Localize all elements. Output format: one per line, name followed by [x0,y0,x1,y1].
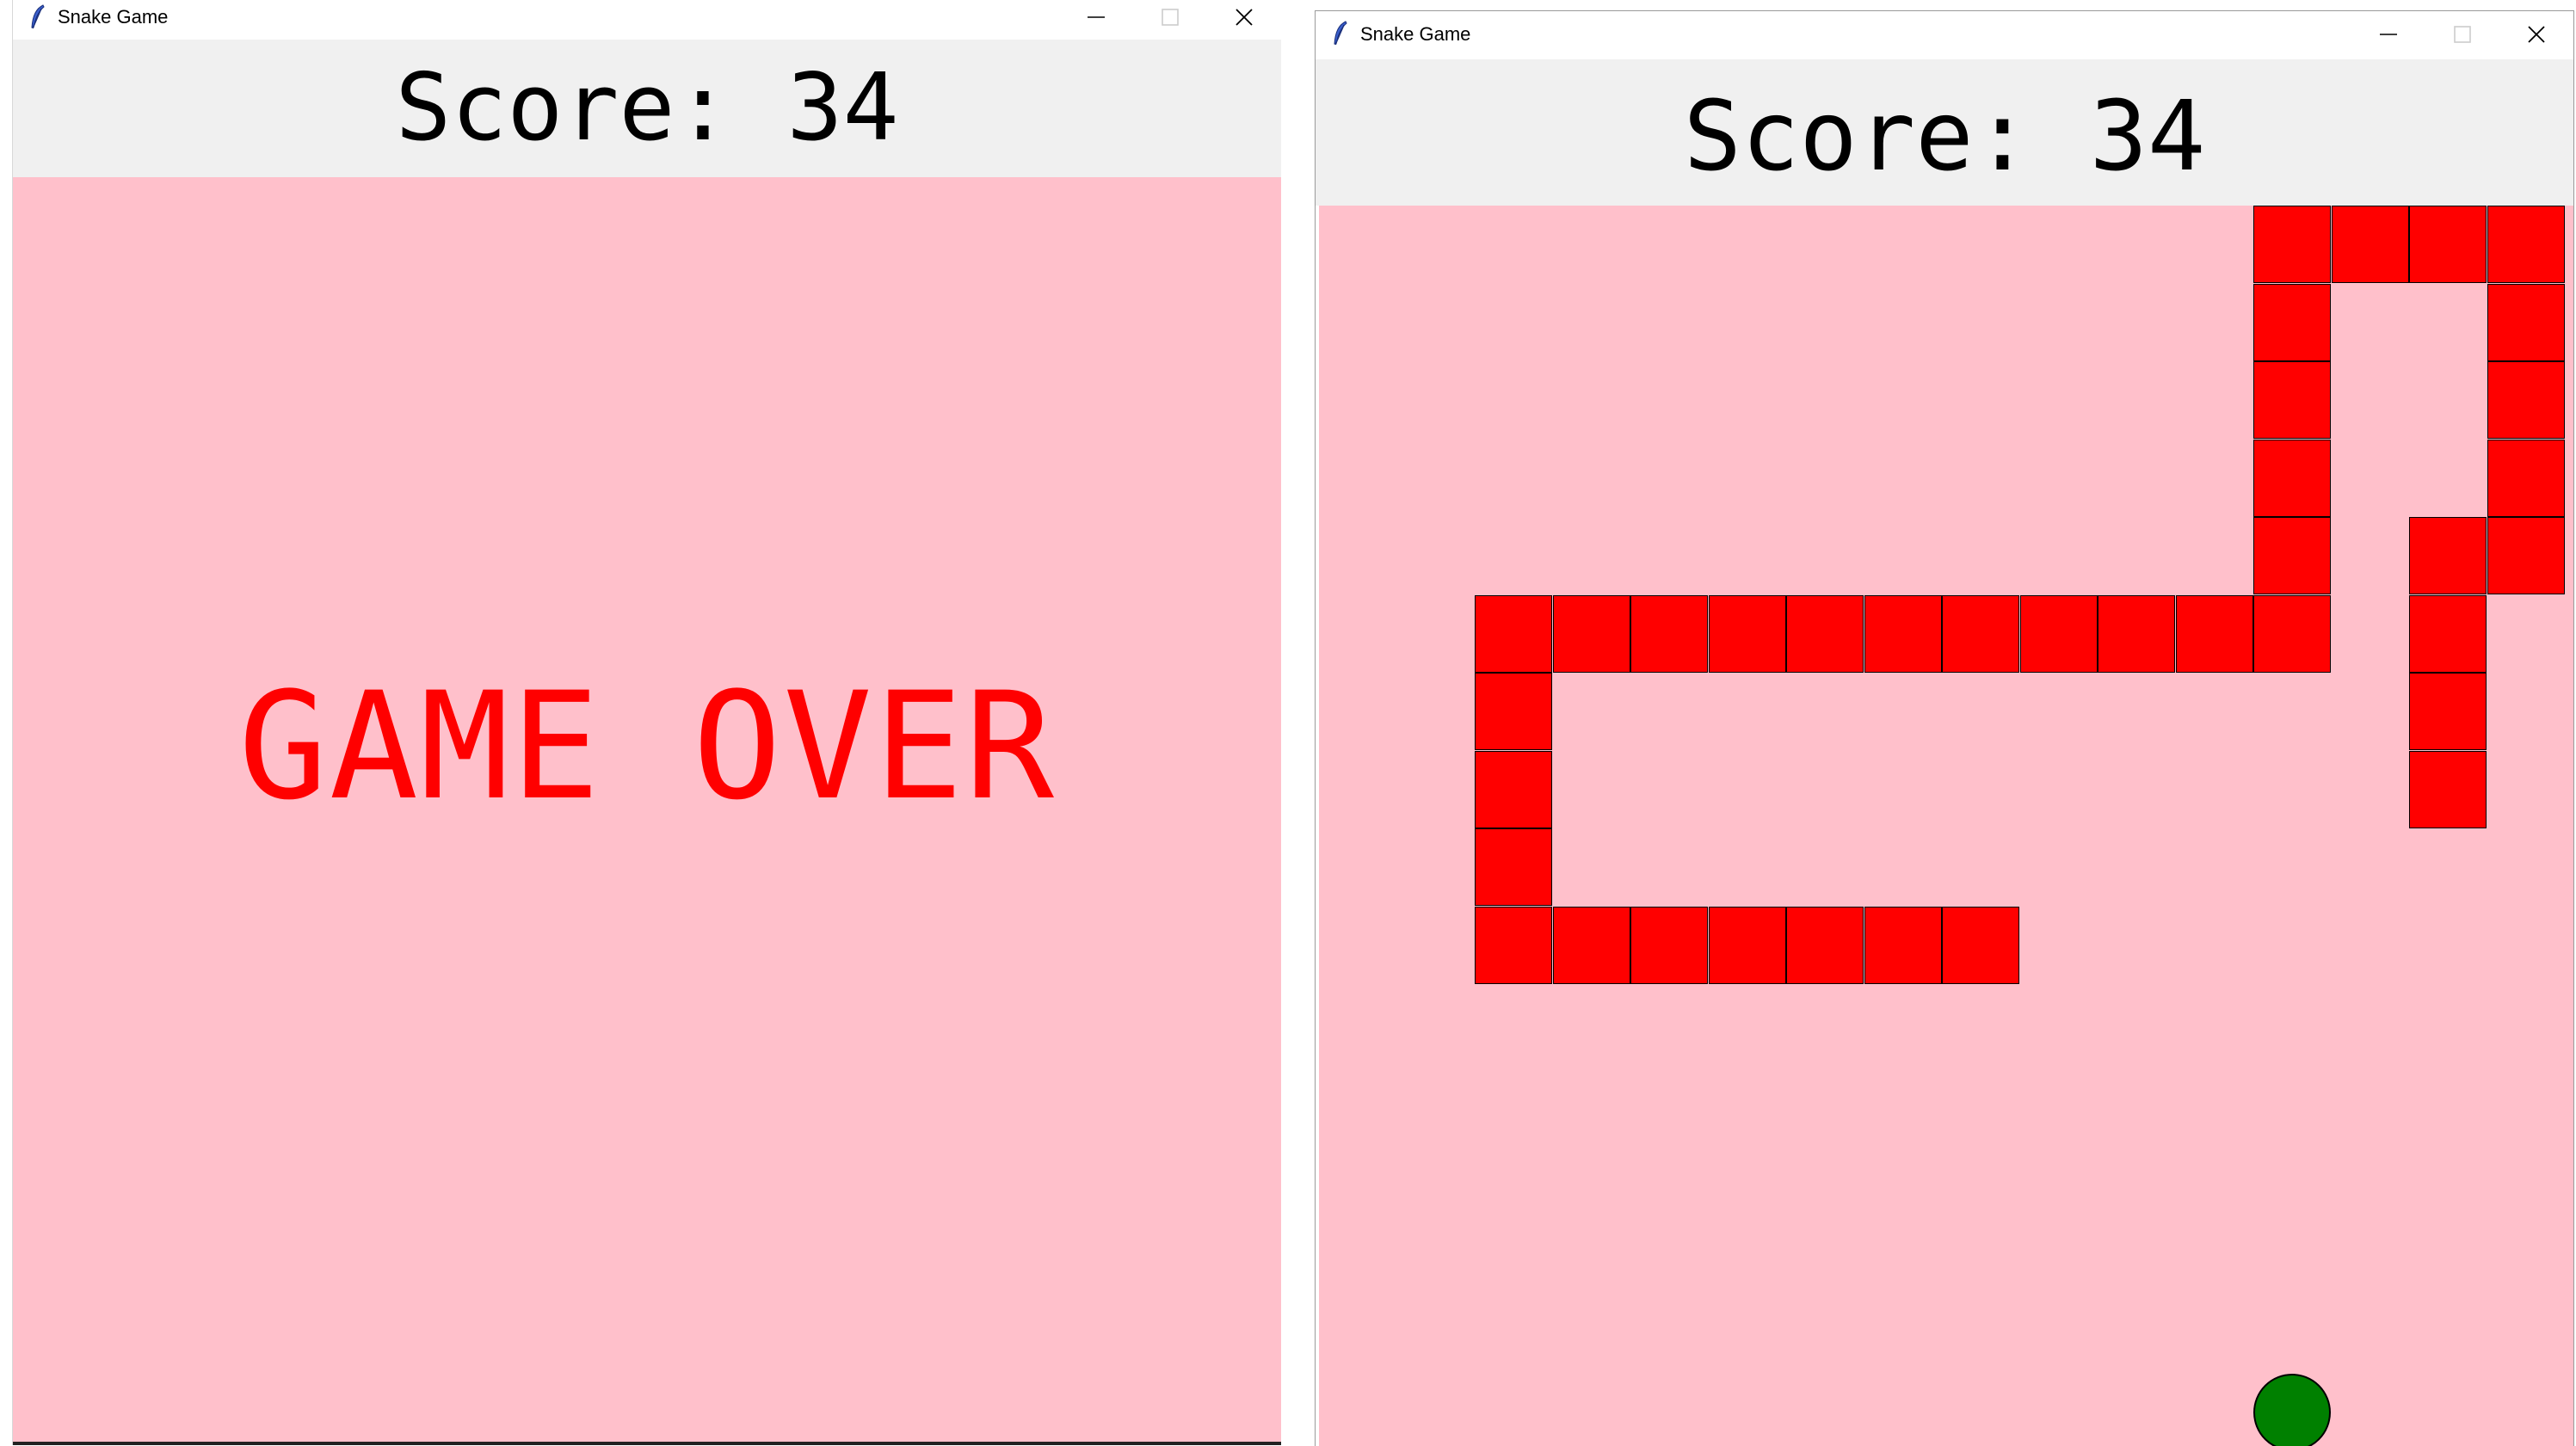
score-label: Score: 34 [13,40,1281,177]
snake-segment [1475,907,1552,984]
score-label: Score: 34 [1316,59,2573,206]
title-bar[interactable]: Snake Game [13,0,1281,38]
snake-segment [2487,206,2565,283]
food-apple [2253,1374,2331,1446]
close-button[interactable] [2499,11,2573,58]
snake-segment [2487,284,2565,361]
minimize-button[interactable] [1059,0,1133,34]
feather-icon [1331,20,1350,52]
minimize-icon [1088,16,1105,18]
feather-icon [28,3,47,35]
game-board: GAME OVER [13,177,1281,1442]
snake-segment [1475,673,1552,750]
snake-segment [1475,595,1552,673]
snake-segment [1709,595,1786,673]
snake-segment [2332,206,2409,283]
minimize-button[interactable] [2351,11,2425,58]
snake-game-window-left: Snake Game Score: 34 GAME OVER [12,0,1281,1445]
snake-segment [2253,440,2331,517]
snake-segment [2253,361,2331,439]
maximize-button[interactable] [1133,0,1207,34]
snake-segment [1553,907,1630,984]
snake-segment [1864,907,1942,984]
snake-segment [2253,595,2331,673]
maximize-icon [2454,26,2471,43]
snake-segment [2098,595,2175,673]
game-board [1319,206,2573,1446]
close-icon [1236,9,1253,26]
snake-game-window-right: Snake Game Score: 34 [1315,10,2574,1446]
window-bottom-edge [13,1442,1281,1445]
maximize-button[interactable] [2425,11,2499,58]
snake-segment [1709,907,1786,984]
snake-segment [2176,595,2253,673]
snake-segment [2409,595,2487,673]
snake-segment [1553,595,1630,673]
snake-segment [1942,595,2019,673]
snake-segment [2253,517,2331,594]
snake-segment [2487,361,2565,439]
minimize-icon [2380,34,2397,35]
window-title: Snake Game [58,6,169,28]
snake-segment [1630,907,1708,984]
window-title: Snake Game [1360,23,1471,45]
game-over-text: GAME OVER [238,659,1056,833]
snake-segment [2020,595,2098,673]
snake-segment [1475,751,1552,828]
snake-segment [2409,673,2487,750]
snake-segment [2487,440,2565,517]
snake-segment [1942,907,2019,984]
snake-segment [2409,751,2487,828]
snake-segment [1786,907,1864,984]
maximize-icon [1162,9,1179,26]
snake-segment [1630,595,1708,673]
snake-segment [2409,517,2487,594]
snake-segment [2409,206,2487,283]
title-bar[interactable]: Snake Game [1316,11,2573,58]
snake-segment [2253,284,2331,361]
snake-segment [1786,595,1864,673]
close-icon [2528,26,2545,43]
snake-segment [1475,828,1552,906]
snake-segment [2487,517,2565,594]
snake-segment [1864,595,1942,673]
snake-segment [2253,206,2331,283]
close-button[interactable] [1207,0,1281,34]
